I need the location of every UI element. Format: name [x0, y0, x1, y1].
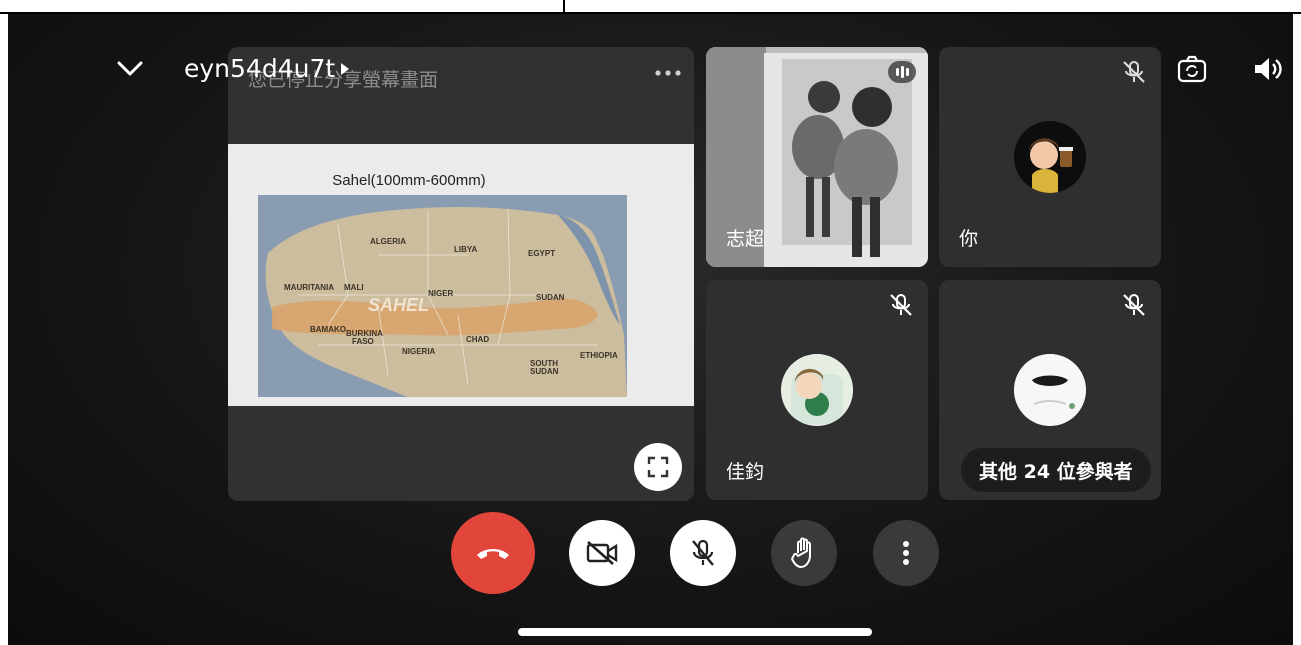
mic-off-icon	[1117, 55, 1151, 89]
map-label-ethiopia: ETHIOPIA	[580, 351, 618, 360]
caret-right-icon	[341, 62, 350, 75]
map-label-faso: FASO	[352, 337, 374, 346]
more-options-button[interactable]	[873, 520, 939, 586]
raise-hand-button[interactable]	[771, 520, 837, 586]
chevron-down-icon[interactable]	[114, 54, 146, 84]
map-label-libya: LIBYA	[454, 245, 478, 254]
slide-title: Sahel(100mm-600mm)	[332, 172, 486, 189]
participant-name-self: 你	[959, 228, 979, 250]
top-strip	[0, 0, 1301, 14]
home-indicator	[518, 628, 872, 636]
map-label-algeria: ALGERIA	[370, 237, 406, 246]
shared-slide: Sahel(100mm-600mm) ALGERIA LIBYA EGYPT M…	[228, 144, 694, 406]
participant-tile-self[interactable]: 你	[939, 47, 1161, 267]
fullscreen-button[interactable]	[634, 443, 682, 491]
more-vertical-icon	[903, 541, 909, 565]
camera-toggle-button[interactable]	[569, 520, 635, 586]
map-label-chad: CHAD	[466, 335, 490, 344]
screen-share-tile: 您已停止分享螢幕畫面 Sahel(100mm-600mm) ALGERIA LI…	[228, 47, 694, 501]
map-label-mali: MALI	[344, 283, 364, 292]
mic-off-icon	[692, 539, 714, 566]
end-call-button[interactable]	[451, 512, 535, 594]
mic-off-icon	[884, 288, 918, 322]
participant-tile-1[interactable]: 志超	[706, 47, 928, 267]
mic-toggle-button[interactable]	[670, 520, 736, 586]
meet-screen: 您已停止分享螢幕畫面 Sahel(100mm-600mm) ALGERIA LI…	[8, 14, 1293, 645]
map-label-south-sudan: SUDAN	[530, 367, 559, 376]
map-label-niger: NIGER	[428, 289, 454, 298]
volume-icon[interactable]	[1251, 52, 1285, 86]
meeting-code-text: eyn54d4u7t	[184, 54, 336, 83]
map-label-sahel: SAHEL	[368, 295, 430, 315]
sahel-map: ALGERIA LIBYA EGYPT MAURITANIA MALI NIGE…	[258, 195, 627, 397]
participant-tile-overflow[interactable]: 其他 24 位參與者	[939, 280, 1161, 500]
avatar	[781, 354, 853, 426]
map-label-bamako: BAMAKO	[310, 325, 346, 334]
top-divider	[563, 0, 565, 12]
participant-name: 佳鈞	[726, 461, 765, 483]
hand-icon	[791, 537, 811, 568]
avatar	[1014, 354, 1086, 426]
phone-hangup-icon	[477, 549, 509, 559]
more-horizontal-icon[interactable]	[653, 61, 683, 85]
camera-switch-icon[interactable]	[1175, 52, 1209, 86]
participant-tile-3[interactable]: 佳鈞	[706, 280, 928, 500]
map-label-mauritania: MAURITANIA	[284, 283, 335, 292]
speaking-indicator-icon	[888, 61, 916, 83]
mic-off-icon	[1117, 288, 1151, 322]
map-label-egypt: EGYPT	[528, 249, 556, 258]
map-label-sudan: SUDAN	[536, 293, 565, 302]
participant-name: 志超	[726, 228, 765, 250]
video-off-icon	[586, 541, 618, 565]
avatar	[1014, 121, 1086, 193]
map-label-nigeria: NIGERIA	[402, 347, 436, 356]
meeting-code[interactable]: eyn54d4u7t	[184, 54, 351, 83]
other-participants-pill[interactable]: 其他 24 位參與者	[961, 448, 1151, 492]
fullscreen-icon	[647, 456, 669, 478]
